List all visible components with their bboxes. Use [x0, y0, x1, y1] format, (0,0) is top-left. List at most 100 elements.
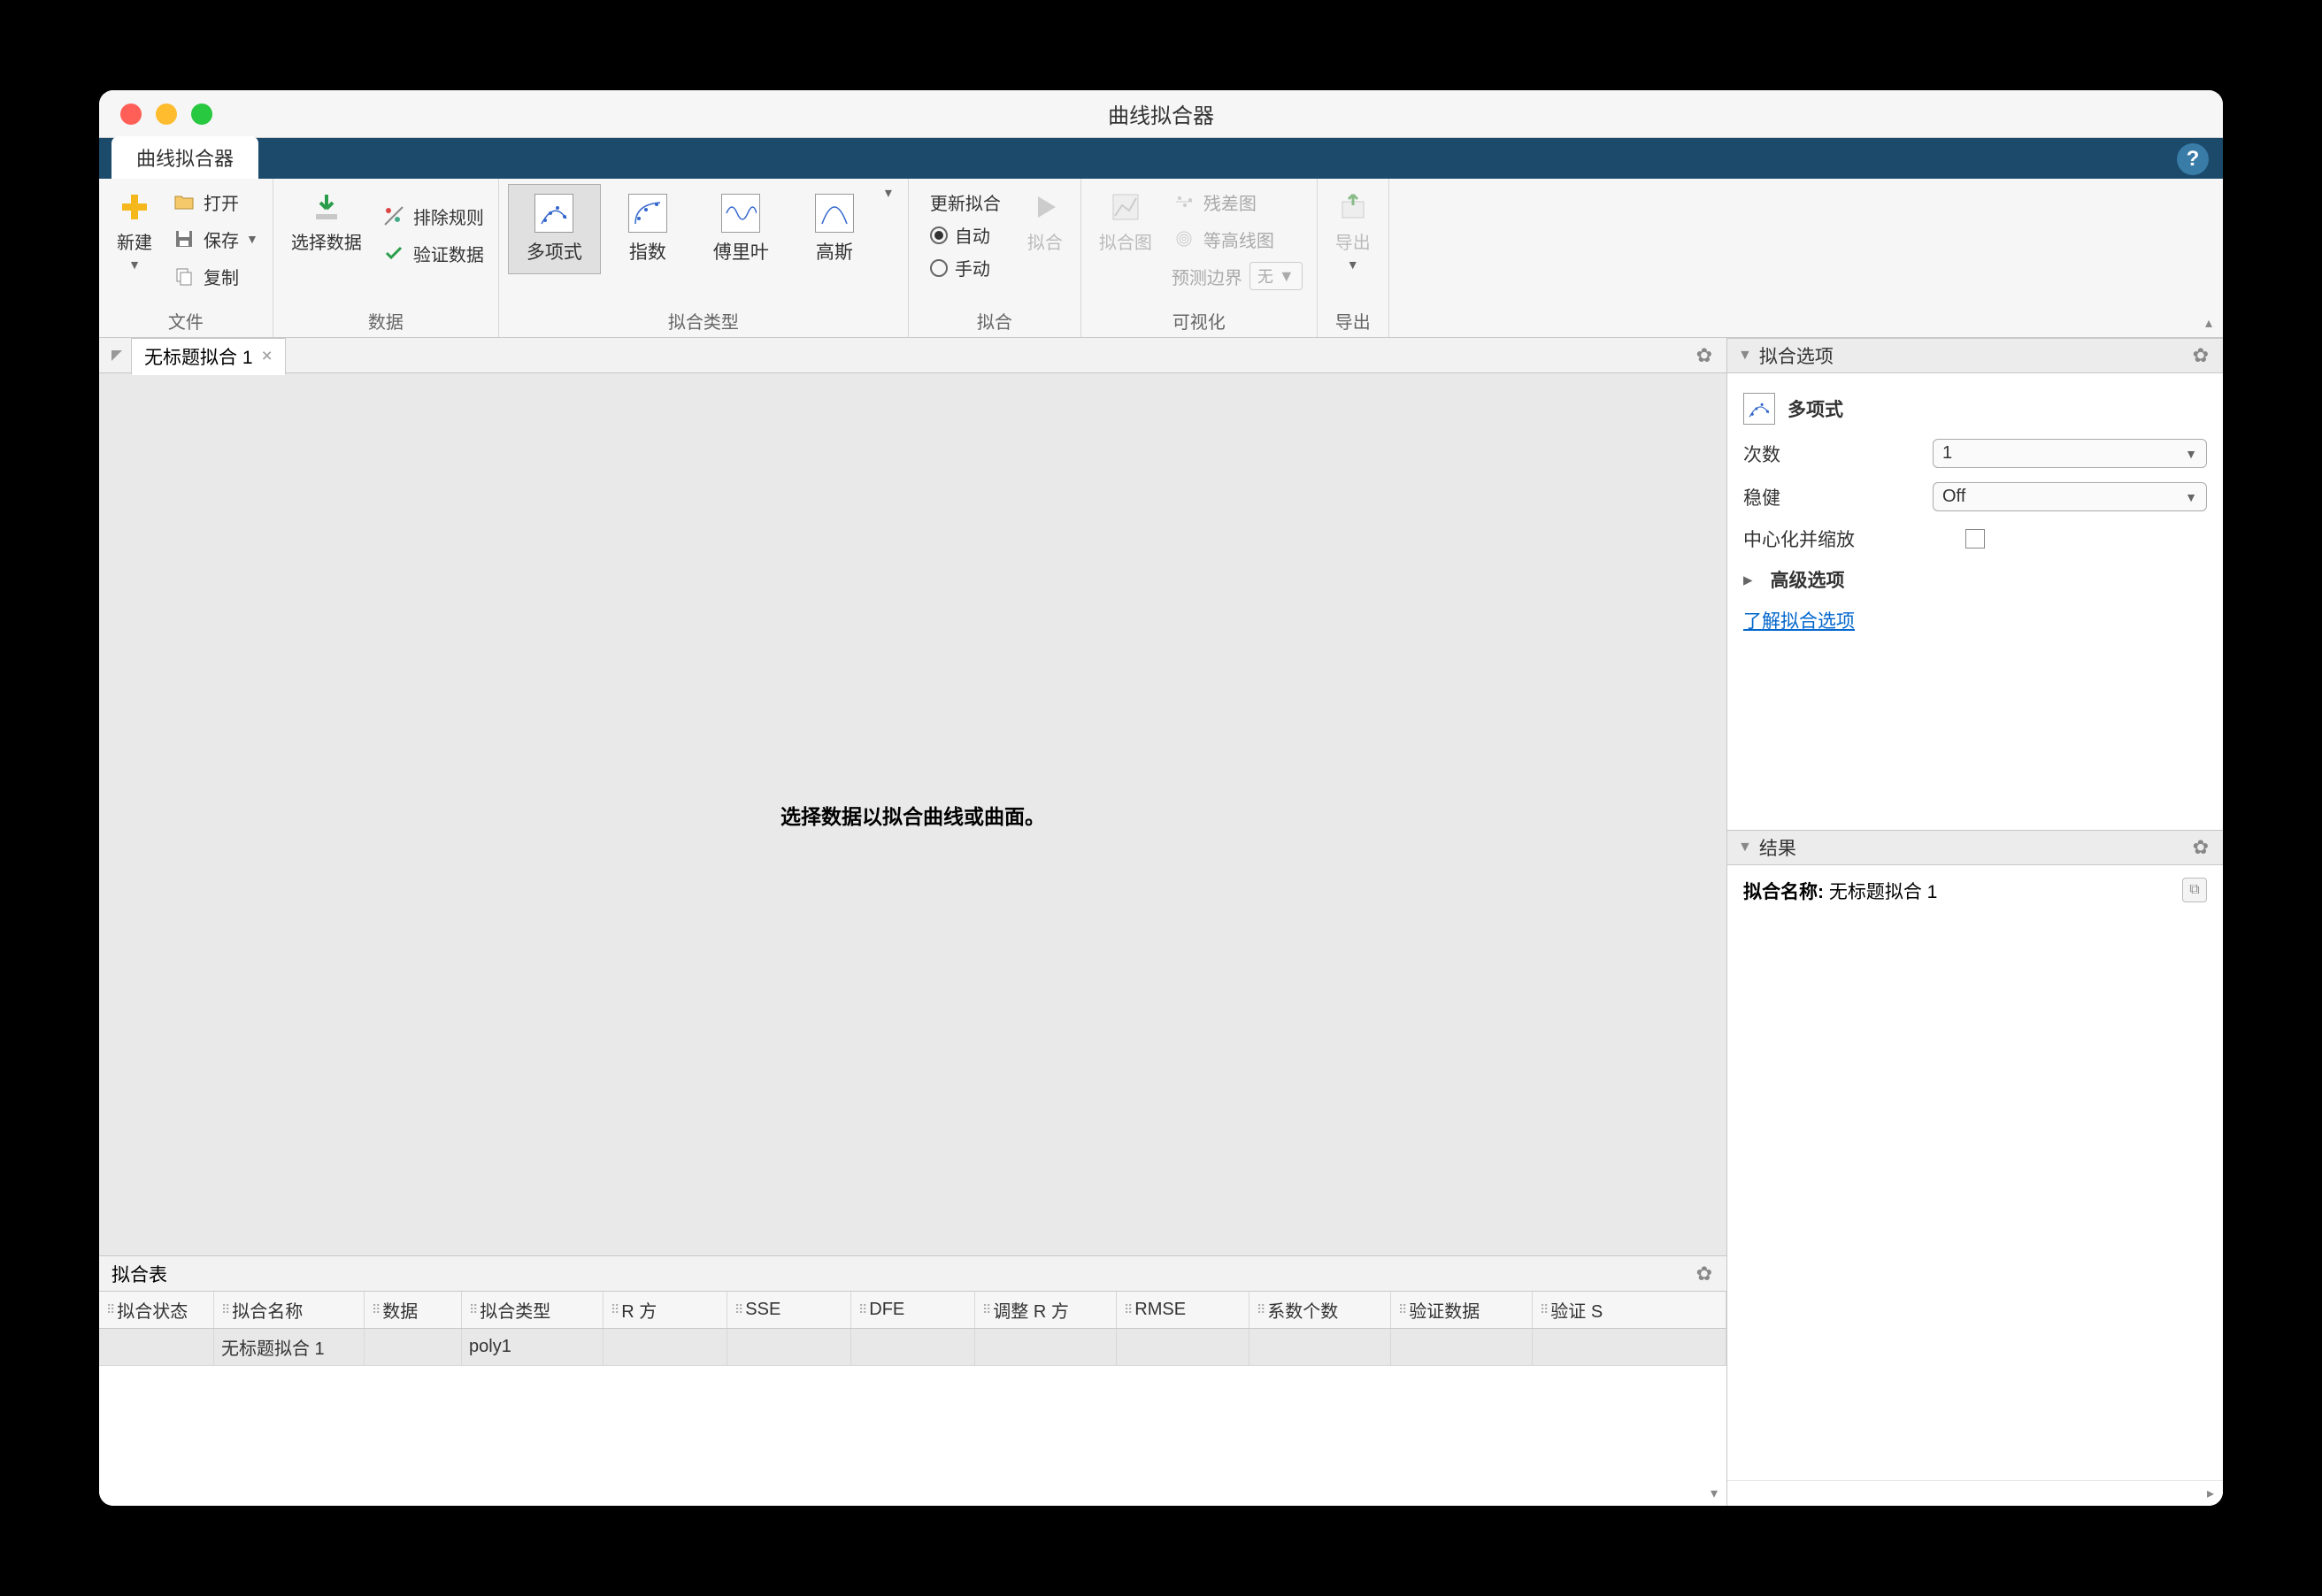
gear-icon[interactable]: ✿	[2193, 344, 2209, 367]
copy-button[interactable]: 复制	[166, 258, 264, 294]
col-fit-status[interactable]: ⠿拟合状态	[99, 1292, 214, 1328]
radio-checked-icon	[930, 226, 948, 244]
poly-icon	[534, 194, 573, 233]
col-adj-rsq[interactable]: ⠿调整 R 方	[975, 1292, 1117, 1328]
fit-group-label: 拟合	[918, 304, 1072, 337]
caret-down-icon: ▼	[2185, 447, 2197, 461]
titlebar: 曲线拟合器	[99, 90, 2223, 138]
caret-down-icon: ▼	[2185, 490, 2197, 504]
chevron-right-icon: ▸	[2207, 1485, 2214, 1502]
manual-label: 手动	[955, 255, 990, 280]
manual-radio[interactable]: 手动	[930, 251, 1001, 284]
fit-options-header[interactable]: ▼ 拟合选项 ✿	[1727, 338, 2223, 373]
close-tab-button[interactable]: ×	[262, 346, 273, 367]
folder-open-icon	[172, 189, 196, 214]
fit-type-exp[interactable]: 指数	[610, 184, 686, 274]
copy-icon: ⧉	[2189, 882, 2199, 898]
fourier-label: 傅里叶	[713, 238, 769, 265]
new-button[interactable]: 新建 ▼	[108, 184, 161, 299]
results-body: 拟合名称: 无标题拟合 1 ⧉	[1727, 865, 2223, 917]
table-row[interactable]: 无标题拟合 1 poly1	[99, 1329, 1726, 1366]
advanced-options-toggle[interactable]: ▸ 高级选项	[1743, 559, 2207, 600]
export-group-label: 导出	[1326, 304, 1380, 337]
col-rmse[interactable]: ⠿RMSE	[1117, 1292, 1249, 1328]
fit-tab[interactable]: 无标题拟合 1 ×	[131, 338, 286, 375]
scroll-indicator: ▸	[1727, 1480, 2223, 1506]
fit-tab-bar: 无标题拟合 1 × ✿	[99, 338, 1726, 373]
app-window: 曲线拟合器 曲线拟合器 ? 新建 ▼	[99, 90, 2223, 1506]
col-sse[interactable]: ⠿SSE	[727, 1292, 851, 1328]
center-scale-checkbox[interactable]	[1965, 529, 1985, 549]
robust-select[interactable]: Off ▼	[1933, 482, 2207, 511]
help-button[interactable]: ?	[2177, 143, 2209, 175]
col-data[interactable]: ⠿数据	[365, 1292, 462, 1328]
row-fit-name: 无标题拟合 1	[214, 1329, 365, 1365]
fit-plot-label: 拟合图	[1099, 228, 1152, 254]
fit-options-title: 拟合选项	[1759, 342, 1834, 369]
validate-data-button[interactable]: 验证数据	[376, 235, 489, 271]
caret-down-icon: ▼	[246, 232, 258, 246]
fit-table-head-row: ⠿拟合状态 ⠿拟合名称 ⠿数据 ⠿拟合类型 ⠿R 方 ⠿SSE ⠿DFE ⠿调整…	[99, 1292, 1726, 1329]
fit-type-poly[interactable]: 多项式	[508, 184, 601, 274]
predict-bounds-select[interactable]: 无 ▼	[1249, 262, 1303, 290]
robust-value: Off	[1942, 487, 1965, 507]
col-valsse[interactable]: ⠿验证 S	[1533, 1292, 1726, 1328]
residual-label: 残差图	[1203, 189, 1257, 215]
fit-tab-label: 无标题拟合 1	[144, 343, 253, 370]
col-dfe[interactable]: ⠿DFE	[851, 1292, 975, 1328]
triangle-down-icon: ▼	[1738, 348, 1752, 364]
col-fit-name[interactable]: ⠿拟合名称	[214, 1292, 365, 1328]
predict-value: 无	[1257, 265, 1273, 288]
ribbon-group-visual: 拟合图 残差图 等高线图	[1081, 179, 1318, 337]
app-tab-curvefitter[interactable]: 曲线拟合器	[111, 136, 258, 179]
chevron-up-icon: ▴	[2205, 314, 2212, 332]
left-pane: 无标题拟合 1 × ✿ 选择数据以拟合曲线或曲面。 拟合表 ✿ ⠿拟合状态 ⠿拟…	[99, 338, 1727, 1506]
select-data-button[interactable]: 选择数据	[282, 184, 371, 299]
contour-button[interactable]: 等高线图	[1166, 221, 1308, 257]
exp-label: 指数	[629, 238, 666, 265]
exclude-rules-button[interactable]: 排除规则	[376, 198, 489, 234]
results-header[interactable]: ▼ 结果 ✿	[1727, 830, 2223, 865]
predict-label: 预测边界	[1172, 264, 1242, 289]
gear-icon[interactable]: ✿	[1696, 344, 1712, 367]
gear-icon[interactable]: ✿	[1696, 1262, 1712, 1285]
fit-type-fourier[interactable]: 傅里叶	[695, 184, 788, 274]
degree-select[interactable]: 1 ▼	[1933, 439, 2207, 468]
ribbon-toolbar: 新建 ▼ 打开 保存 ▼	[99, 179, 2223, 338]
copy-results-button[interactable]: ⧉	[2182, 878, 2207, 902]
col-valdata[interactable]: ⠿验证数据	[1391, 1292, 1533, 1328]
fit-plot-button[interactable]: 拟合图	[1090, 184, 1161, 299]
canvas-placeholder-text: 选择数据以拟合曲线或曲面。	[780, 800, 1045, 830]
results-title: 结果	[1759, 834, 1796, 861]
col-fit-type[interactable]: ⠿拟合类型	[462, 1292, 604, 1328]
export-button[interactable]: 导出 ▼	[1326, 184, 1380, 299]
auto-radio[interactable]: 自动	[930, 219, 1001, 251]
residual-button[interactable]: 残差图	[1166, 184, 1308, 219]
fit-options-body: 多项式 次数 1 ▼ 稳健 Off ▼ 中心化并	[1727, 373, 2223, 653]
auto-label: 自动	[955, 222, 990, 248]
triangle-down-icon: ▼	[1738, 840, 1752, 856]
close-window-button[interactable]	[120, 104, 142, 125]
fit-type-name: 多项式	[1788, 395, 1843, 422]
col-ncoeff[interactable]: ⠿系数个数	[1249, 1292, 1391, 1328]
contour-icon	[1172, 226, 1196, 251]
gear-icon[interactable]: ✿	[2193, 836, 2209, 859]
fit-type-more-button[interactable]: ▾	[878, 184, 899, 202]
minimize-window-button[interactable]	[156, 104, 177, 125]
maximize-window-button[interactable]	[191, 104, 212, 125]
ribbon-group-fit: 更新拟合 自动 手动 拟合 拟合	[909, 179, 1081, 337]
ribbon-collapse-button[interactable]: ▴	[2195, 179, 2223, 337]
export-label: 导出	[1335, 228, 1371, 254]
col-rsq[interactable]: ⠿R 方	[604, 1292, 727, 1328]
contour-label: 等高线图	[1203, 226, 1274, 252]
save-button[interactable]: 保存 ▼	[166, 221, 264, 257]
fit-type-gauss[interactable]: 高斯	[796, 184, 873, 274]
fit-button[interactable]: 拟合	[1019, 184, 1072, 299]
learn-fit-options-link[interactable]: 了解拟合选项	[1743, 607, 1855, 633]
predict-bounds-row: 预测边界 无 ▼	[1166, 258, 1308, 294]
fittype-group-label: 拟合类型	[508, 304, 899, 337]
fit-table-panel: 拟合表 ✿ ⠿拟合状态 ⠿拟合名称 ⠿数据 ⠿拟合类型 ⠿R 方 ⠿SSE ⠿D…	[99, 1255, 1726, 1506]
open-button[interactable]: 打开	[166, 184, 264, 219]
ribbon-group-data: 选择数据 排除规则 验证数据	[273, 179, 499, 337]
corner-triangle-icon	[111, 350, 122, 361]
